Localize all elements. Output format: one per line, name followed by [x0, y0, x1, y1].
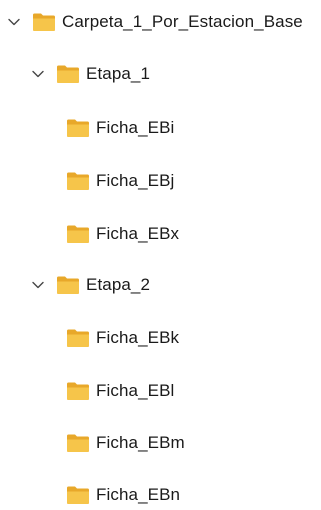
- folder-icon: [66, 485, 90, 505]
- chevron-down-icon[interactable]: [30, 66, 46, 82]
- tree-item-label: Etapa_1: [86, 64, 151, 83]
- chevron-down-icon[interactable]: [30, 277, 46, 293]
- tree-item-label: Ficha_EBj: [96, 171, 175, 190]
- folder-icon: [66, 171, 90, 191]
- folder-icon: [66, 118, 90, 138]
- tree-item-ficha-ebn[interactable]: Ficha_EBn: [66, 480, 180, 510]
- folder-icon: [56, 275, 80, 295]
- tree-item-label: Etapa_2: [86, 275, 151, 294]
- folder-icon: [32, 12, 56, 32]
- tree-item-ficha-ebi[interactable]: Ficha_EBi: [66, 113, 174, 143]
- folder-icon: [66, 381, 90, 401]
- folder-tree: Carpeta_1_Por_Estacion_Base Etapa_1 Fich…: [0, 0, 321, 505]
- folder-icon: [66, 433, 90, 453]
- folder-icon: [56, 64, 80, 84]
- tree-item-ficha-ebm[interactable]: Ficha_EBm: [66, 428, 185, 458]
- tree-item-label: Ficha_EBi: [96, 118, 175, 137]
- folder-icon: [66, 224, 90, 244]
- folder-icon: [66, 328, 90, 348]
- tree-item-root[interactable]: Carpeta_1_Por_Estacion_Base: [6, 7, 303, 37]
- tree-item-label: Ficha_EBx: [96, 224, 180, 243]
- tree-item-ficha-ebx[interactable]: Ficha_EBx: [66, 219, 179, 249]
- tree-item-label: Ficha_EBk: [96, 328, 180, 347]
- tree-item-ficha-ebj[interactable]: Ficha_EBj: [66, 166, 174, 196]
- tree-item-ficha-ebl[interactable]: Ficha_EBl: [66, 376, 174, 406]
- tree-item-ficha-ebk[interactable]: Ficha_EBk: [66, 323, 179, 353]
- tree-item-etapa-1[interactable]: Etapa_1: [30, 59, 150, 89]
- chevron-down-icon[interactable]: [6, 14, 22, 30]
- tree-item-label: Carpeta_1_Por_Estacion_Base: [62, 12, 303, 31]
- tree-item-label: Ficha_EBl: [96, 381, 175, 400]
- tree-item-etapa-2[interactable]: Etapa_2: [30, 270, 150, 300]
- tree-item-label: Ficha_EBm: [96, 433, 185, 452]
- tree-item-label: Ficha_EBn: [96, 485, 181, 504]
